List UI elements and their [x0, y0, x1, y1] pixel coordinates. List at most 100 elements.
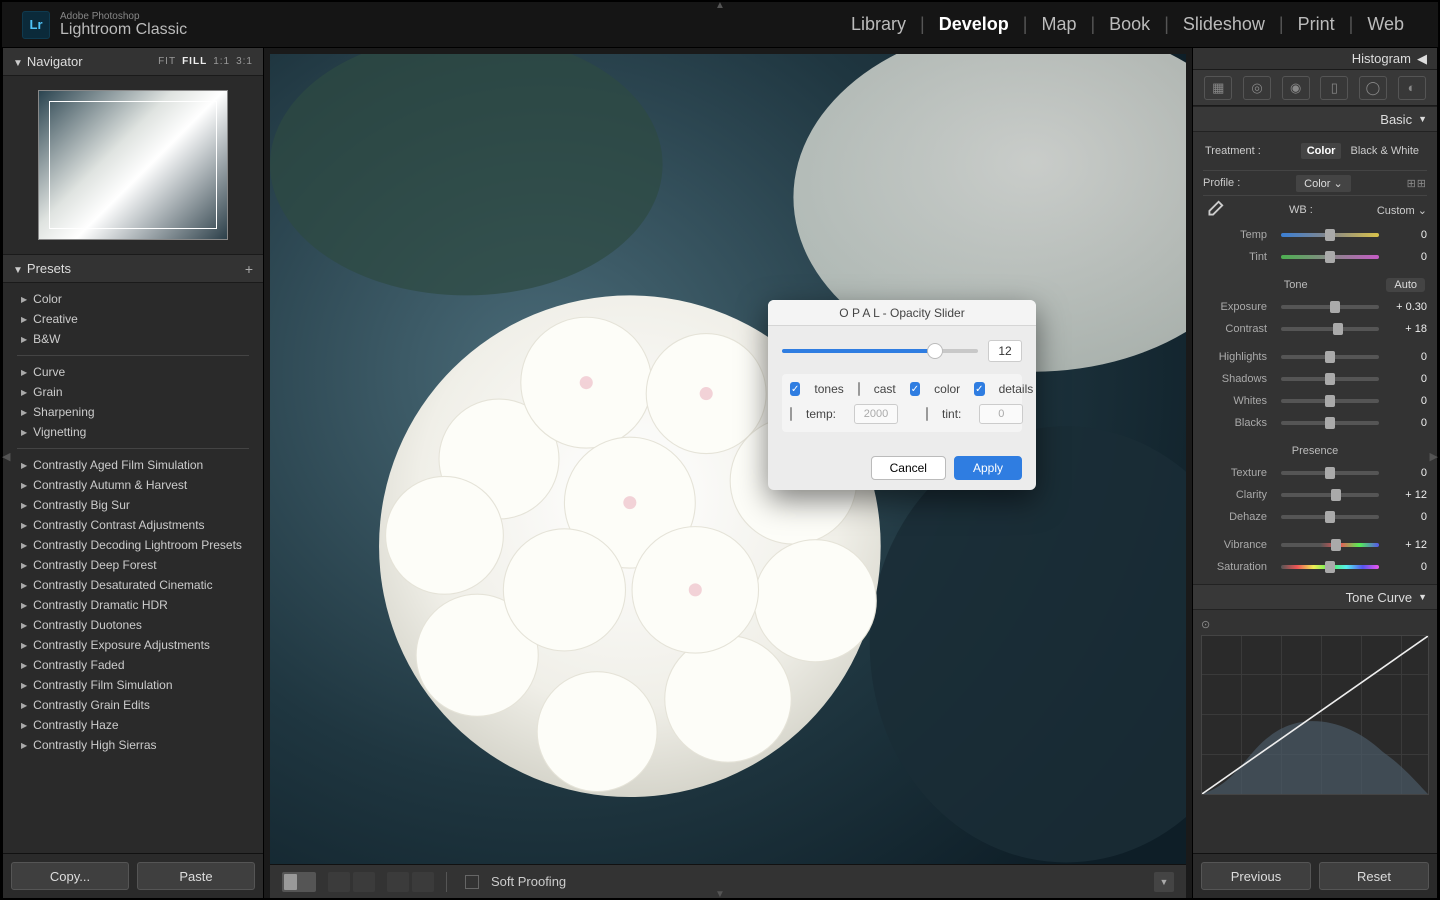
gradient-tool-icon[interactable]: ▯ [1320, 76, 1348, 100]
module-library[interactable]: Library [837, 14, 920, 35]
nav-fill[interactable]: FILL [182, 56, 207, 67]
presets-header[interactable]: ▼Presets + [3, 255, 263, 283]
vibrance-value[interactable]: + 12 [1385, 539, 1427, 551]
contrast-value[interactable]: + 18 [1385, 323, 1427, 335]
preset-item[interactable]: ▶Curve [3, 362, 263, 382]
temp-checkbox[interactable] [790, 407, 792, 421]
preset-item[interactable]: ▶Contrastly Decoding Lightroom Presets [3, 535, 263, 555]
tint-value[interactable]: 0 [1385, 251, 1427, 263]
preset-item[interactable]: ▶Contrastly Contrast Adjustments [3, 515, 263, 535]
spot-tool-icon[interactable]: ◎ [1243, 76, 1271, 100]
collapse-right-icon[interactable]: ▶ [1430, 450, 1438, 463]
add-preset-icon[interactable]: + [245, 261, 253, 277]
wb-dropdown[interactable]: Custom ⌄ [1377, 204, 1427, 217]
vibrance-slider[interactable] [1281, 543, 1379, 547]
profile-dropdown[interactable]: Color ⌄ [1296, 175, 1351, 192]
paste-button[interactable]: Paste [137, 862, 255, 890]
preset-item[interactable]: ▶Contrastly Big Sur [3, 495, 263, 515]
profile-browser-icon[interactable]: ⊞⊞ [1407, 177, 1427, 190]
preset-item[interactable]: ▶Contrastly High Sierras [3, 735, 263, 755]
module-web[interactable]: Web [1353, 14, 1418, 35]
previous-button[interactable]: Previous [1201, 862, 1311, 890]
module-map[interactable]: Map [1027, 14, 1090, 35]
before-after-group[interactable] [328, 872, 375, 892]
opacity-slider[interactable] [782, 349, 978, 353]
module-develop[interactable]: Develop [925, 14, 1023, 35]
preset-item[interactable]: ▶B&W [3, 329, 263, 349]
texture-value[interactable]: 0 [1385, 467, 1427, 479]
tint-checkbox[interactable] [926, 407, 928, 421]
tonecurve-header[interactable]: Tone Curve▼ [1193, 584, 1437, 610]
saturation-value[interactable]: 0 [1385, 561, 1427, 573]
histogram-header[interactable]: Histogram◀ [1193, 48, 1437, 70]
exposure-value[interactable]: + 0.30 [1385, 301, 1427, 313]
loupe-view-toggle[interactable] [282, 872, 316, 892]
blacks-slider[interactable] [1281, 421, 1379, 425]
soft-proofing-checkbox[interactable] [465, 875, 479, 889]
collapse-top-icon[interactable]: ▲ [715, 0, 725, 11]
compare-group[interactable] [387, 872, 434, 892]
apply-button[interactable]: Apply [954, 456, 1022, 480]
saturation-slider[interactable] [1281, 565, 1379, 569]
temp-value[interactable]: 0 [1385, 229, 1427, 241]
details-checkbox[interactable]: ✓ [974, 382, 984, 396]
toolbar-dropdown-icon[interactable]: ▼ [1154, 872, 1174, 892]
preset-item[interactable]: ▶Contrastly Duotones [3, 615, 263, 635]
image-canvas[interactable] [270, 54, 1186, 864]
preset-item[interactable]: ▶Contrastly Exposure Adjustments [3, 635, 263, 655]
preset-item[interactable]: ▶Contrastly Dramatic HDR [3, 595, 263, 615]
navigator-header[interactable]: ▼Navigator FIT FILL 1:1 3:1 [3, 48, 263, 76]
collapse-left-icon[interactable]: ◀ [2, 450, 10, 463]
preset-item[interactable]: ▶Color [3, 289, 263, 309]
blacks-value[interactable]: 0 [1385, 417, 1427, 429]
point-curve-icon[interactable]: ⊙ [1201, 618, 1429, 631]
clarity-slider[interactable] [1281, 493, 1379, 497]
preset-item[interactable]: ▶Grain [3, 382, 263, 402]
tone-curve-graph[interactable] [1201, 635, 1429, 795]
color-checkbox[interactable]: ✓ [910, 382, 920, 396]
reset-button[interactable]: Reset [1319, 862, 1429, 890]
module-book[interactable]: Book [1095, 14, 1164, 35]
opacity-value-input[interactable]: 12 [988, 340, 1022, 362]
preset-item[interactable]: ▶Vignetting [3, 422, 263, 442]
treatment-bw[interactable]: Black & White [1345, 143, 1425, 159]
cast-checkbox[interactable] [858, 382, 860, 396]
shadows-value[interactable]: 0 [1385, 373, 1427, 385]
contrast-slider[interactable] [1281, 327, 1379, 331]
exposure-slider[interactable] [1281, 305, 1379, 309]
whites-slider[interactable] [1281, 399, 1379, 403]
preset-item[interactable]: ▶Creative [3, 309, 263, 329]
redeye-tool-icon[interactable]: ◉ [1282, 76, 1310, 100]
highlights-slider[interactable] [1281, 355, 1379, 359]
crop-tool-icon[interactable]: ▦ [1204, 76, 1232, 100]
clarity-value[interactable]: + 12 [1385, 489, 1427, 501]
collapse-bottom-icon[interactable]: ▼ [715, 889, 725, 900]
preset-item[interactable]: ▶Contrastly Desaturated Cinematic [3, 575, 263, 595]
preset-item[interactable]: ▶Sharpening [3, 402, 263, 422]
whites-value[interactable]: 0 [1385, 395, 1427, 407]
copy-button[interactable]: Copy... [11, 862, 129, 890]
basic-header[interactable]: Basic▼ [1193, 106, 1437, 132]
module-slideshow[interactable]: Slideshow [1169, 14, 1279, 35]
nav-ratio[interactable]: 3:1 [236, 56, 253, 67]
cancel-button[interactable]: Cancel [871, 456, 946, 480]
treatment-color[interactable]: Color [1301, 143, 1342, 159]
dialog-tint-input[interactable] [979, 404, 1023, 424]
preset-item[interactable]: ▶Contrastly Faded [3, 655, 263, 675]
texture-slider[interactable] [1281, 471, 1379, 475]
temp-slider[interactable] [1281, 233, 1379, 237]
nav-1to1[interactable]: 1:1 [213, 56, 230, 67]
tint-slider[interactable] [1281, 255, 1379, 259]
dehaze-value[interactable]: 0 [1385, 511, 1427, 523]
preset-item[interactable]: ▶Contrastly Aged Film Simulation [3, 455, 263, 475]
preset-item[interactable]: ▶Contrastly Haze [3, 715, 263, 735]
auto-button[interactable]: Auto [1386, 278, 1425, 292]
brush-tool-icon[interactable]: ◐ [1398, 76, 1426, 100]
dehaze-slider[interactable] [1281, 515, 1379, 519]
nav-fit[interactable]: FIT [158, 56, 176, 67]
navigator-thumbnail[interactable] [38, 90, 228, 240]
radial-tool-icon[interactable]: ◯ [1359, 76, 1387, 100]
preset-item[interactable]: ▶Contrastly Grain Edits [3, 695, 263, 715]
preset-item[interactable]: ▶Contrastly Film Simulation [3, 675, 263, 695]
preset-item[interactable]: ▶Contrastly Autumn & Harvest [3, 475, 263, 495]
